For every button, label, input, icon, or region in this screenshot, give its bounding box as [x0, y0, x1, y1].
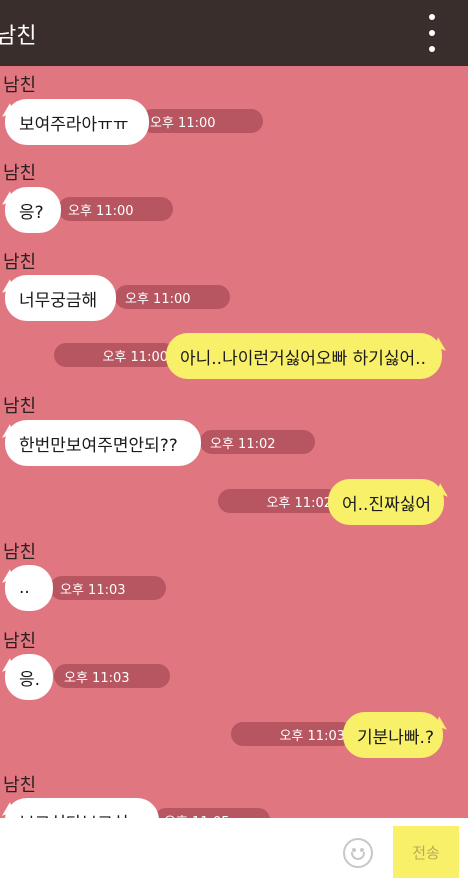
message-input[interactable] — [0, 818, 330, 887]
received-message: 보고싶다보고싶 — [5, 798, 159, 818]
received-message: 응. — [5, 654, 53, 700]
send-button[interactable]: 전송 — [393, 826, 459, 878]
received-message: 응? — [5, 187, 61, 233]
sender-name: 남친 — [3, 396, 37, 417]
chat-header: 남친 — [0, 0, 468, 66]
sent-message: 어..진짜싫어 — [328, 479, 444, 525]
message-time: 오후 11:03 — [231, 722, 353, 746]
message-time: 오후 11:00 — [54, 343, 176, 367]
received-message: 한번만보여주면안되?? — [5, 420, 201, 466]
sender-name: 남친 — [3, 775, 37, 796]
message-time: 오후 11:00 — [58, 197, 173, 221]
sent-message: 아니..나이런거싫어오빠 하기싫어.. — [166, 333, 442, 379]
sender-name: 남친 — [3, 542, 37, 563]
sender-name: 남친 — [3, 252, 37, 273]
received-message: .. — [5, 565, 53, 611]
message-time: 오후 11:02 — [218, 489, 340, 513]
smiley-icon[interactable] — [343, 838, 373, 868]
received-message: 너무궁금해 — [5, 275, 116, 321]
more-menu-icon[interactable] — [418, 14, 446, 52]
message-time: 오후 11:05 — [154, 808, 270, 818]
message-list[interactable]: 남친 오후 11:00 보여주라아ㅠㅠ 남친 오후 11:00 응? 남친 오후… — [0, 66, 468, 818]
sent-message: 기분나빠.? — [343, 712, 443, 758]
message-time: 오후 11:03 — [50, 576, 166, 600]
message-input-bar: 전송 — [0, 818, 468, 887]
message-time: 오후 11:02 — [200, 430, 315, 454]
message-time: 오후 11:03 — [54, 664, 170, 688]
sender-name: 남친 — [3, 75, 37, 96]
sender-name: 남친 — [3, 163, 37, 184]
message-time: 오후 11:00 — [140, 109, 263, 133]
message-time: 오후 11:00 — [115, 285, 230, 309]
received-message: 보여주라아ㅠㅠ — [5, 99, 149, 145]
chat-title: 남친 — [0, 24, 37, 49]
sender-name: 남친 — [3, 631, 37, 652]
